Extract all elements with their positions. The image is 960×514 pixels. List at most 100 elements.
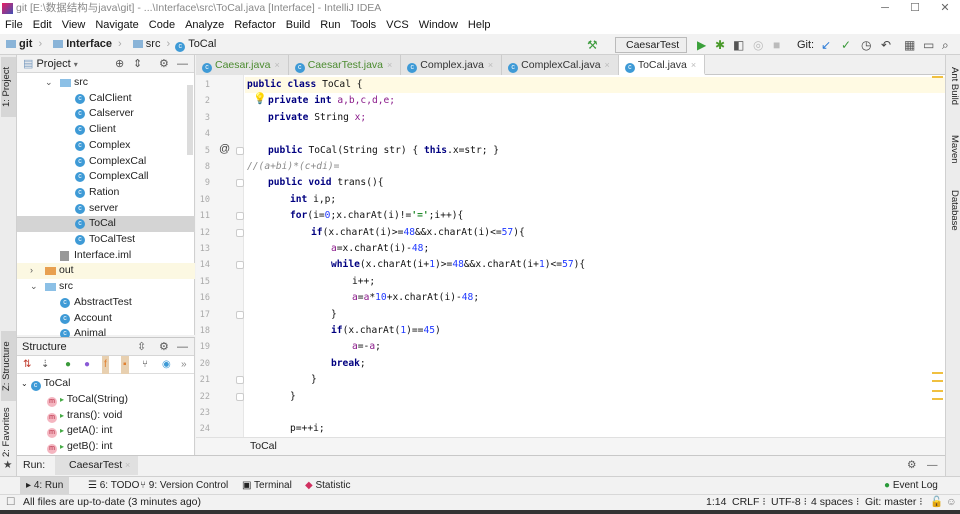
structure-member[interactable]: m ▸ trans(): void <box>17 408 195 424</box>
lightbulb-icon[interactable]: 💡 <box>253 92 267 105</box>
caret-position[interactable]: 1:14 <box>706 495 726 510</box>
tree-item[interactable]: c Account <box>17 311 195 327</box>
maximize-button[interactable]: ☐ <box>900 0 930 17</box>
run-tab-caesartest[interactable]: CaesarTest × <box>55 456 139 475</box>
menu-refactor[interactable]: Refactor <box>229 17 281 34</box>
project-tool-tab[interactable]: 1: Project <box>1 57 16 117</box>
gear-icon[interactable]: ⚙ <box>907 456 916 475</box>
tree-item[interactable]: ⌄ src <box>17 75 195 91</box>
structure-member[interactable]: m ▸ getA(): int <box>17 423 195 439</box>
fold-marker-icon[interactable] <box>236 179 244 188</box>
tree-item[interactable]: c AbstractTest <box>17 295 195 311</box>
breadcrumb-tocal[interactable]: c ToCal <box>175 34 216 54</box>
menu-edit[interactable]: Edit <box>28 17 57 34</box>
code-editor[interactable]: 1 2 3 4 5 8 9 10 11 12 13 14 15 16 17 18 19 20 21 22 23 24 💡 … <box>196 75 945 437</box>
error-stripe-mark[interactable] <box>932 390 943 392</box>
indent-setting[interactable]: 4 spaces ⁝ <box>811 495 859 510</box>
git-branch[interactable]: Git: master ⁝ <box>865 495 923 510</box>
menu-run[interactable]: Run <box>315 17 345 34</box>
close-icon[interactable]: × <box>274 60 279 70</box>
tree-item[interactable]: › out <box>17 263 195 280</box>
menu-view[interactable]: View <box>57 17 91 34</box>
tool-tab-statistic[interactable]: ◆ Statistic <box>305 477 351 495</box>
scrollbar[interactable] <box>187 85 193 155</box>
tree-item[interactable]: c ToCal <box>17 216 195 232</box>
run-icon[interactable]: ▶ <box>697 38 706 52</box>
structure-root[interactable]: ⌄ c ToCal <box>17 376 195 392</box>
show-lambdas-icon[interactable]: ⑂ <box>142 356 148 374</box>
close-icon[interactable]: × <box>605 60 610 70</box>
close-icon[interactable]: × <box>387 60 392 70</box>
rollback-icon[interactable]: ↶ <box>881 38 891 52</box>
git-update-icon[interactable]: ↙ <box>821 38 831 52</box>
tree-item[interactable]: ⌄ src <box>17 279 195 295</box>
coverage-icon[interactable]: ◧ <box>733 38 744 52</box>
show-nonpublic-icon[interactable]: ▪ <box>121 356 129 374</box>
menu-help[interactable]: Help <box>463 17 496 34</box>
show-inherited-icon[interactable]: ● <box>65 356 71 374</box>
run-configuration-select[interactable]: CaesarTest ▾ <box>615 37 687 64</box>
menu-analyze[interactable]: Analyze <box>180 17 229 34</box>
tool-tab-version-control[interactable]: ⑂ 9: Version Control <box>140 477 228 495</box>
favorites-star-icon[interactable]: ★ <box>3 456 12 475</box>
project-structure-icon[interactable]: ▦ <box>904 38 915 52</box>
sort-alpha-icon[interactable]: ⇣ <box>41 356 49 374</box>
close-icon[interactable]: × <box>125 460 130 470</box>
build-hammer-icon[interactable]: ⚒ <box>587 38 598 52</box>
menu-code[interactable]: Code <box>144 17 180 34</box>
toggle-tool-windows-icon[interactable]: ☐ <box>6 495 15 510</box>
line-separator[interactable]: CRLF ⁝ <box>732 495 766 510</box>
menu-window[interactable]: Window <box>414 17 463 34</box>
structure-member[interactable]: m ▸ ToCal(String) <box>17 392 195 408</box>
fold-marker-icon[interactable] <box>236 392 244 401</box>
hide-icon[interactable]: — <box>177 338 188 356</box>
tree-item[interactable]: c ComplexCall <box>17 169 195 185</box>
menu-tools[interactable]: Tools <box>345 17 381 34</box>
tree-item[interactable]: c Ration <box>17 185 195 201</box>
history-icon[interactable]: ◷ <box>861 38 871 52</box>
tab-caesar-java[interactable]: c Caesar.java × <box>196 55 289 75</box>
fold-marker-icon[interactable] <box>236 376 244 385</box>
breadcrumb-interface[interactable]: Interface <box>47 34 112 54</box>
error-stripe-mark[interactable] <box>932 76 943 78</box>
more-icon[interactable]: » <box>181 356 187 374</box>
tree-item[interactable]: c ToCalTest <box>17 232 195 248</box>
tab-complexcal-java[interactable]: c ComplexCal.java × <box>502 55 619 75</box>
favorites-tool-tab[interactable]: 2: Favorites <box>1 405 16 460</box>
show-fields-icon[interactable]: f <box>102 356 109 374</box>
tab-tocal-java[interactable]: c ToCal.java × <box>618 55 706 75</box>
git-commit-icon[interactable]: ✓ <box>841 38 851 52</box>
tree-item[interactable]: c ComplexCal <box>17 154 195 170</box>
breadcrumb-src[interactable]: src <box>127 34 160 54</box>
chevron-down-icon[interactable]: ▾ <box>74 60 78 69</box>
menu-file[interactable]: File <box>0 17 28 34</box>
gear-icon[interactable]: ⚙ <box>159 338 169 356</box>
search-icon[interactable]: ⌕ <box>942 38 949 52</box>
structure-member[interactable]: m ▸ getB(): int <box>17 439 195 455</box>
file-encoding[interactable]: UTF-8 ⁝ <box>771 495 807 510</box>
chevron-right-icon[interactable]: › <box>30 263 33 279</box>
tree-item[interactable]: c Client <box>17 122 195 138</box>
database-tool-tab[interactable]: Database <box>947 190 960 240</box>
fold-marker-icon[interactable] <box>236 228 244 237</box>
menu-build[interactable]: Build <box>281 17 315 34</box>
run-anything-icon[interactable]: ▭ <box>923 38 934 52</box>
show-properties-icon[interactable]: ● <box>84 356 90 374</box>
editor-breadcrumb-item[interactable]: ToCal <box>250 440 277 452</box>
tab-complex-java[interactable]: c Complex.java × <box>401 55 503 75</box>
event-log-button[interactable]: ● Event Log <box>884 477 938 495</box>
hide-icon[interactable]: — <box>177 55 188 73</box>
sort-visibility-icon[interactable]: ⇅ <box>23 356 31 374</box>
chevron-down-icon[interactable]: ⌄ <box>45 75 53 91</box>
inspector-icon[interactable]: ☺ <box>946 495 957 510</box>
error-stripe-mark[interactable] <box>932 372 943 374</box>
close-icon[interactable]: × <box>691 60 696 70</box>
tree-item[interactable]: c Calserver <box>17 106 195 122</box>
debug-icon[interactable]: ✱ <box>715 38 725 52</box>
close-button[interactable]: ✕ <box>930 0 960 17</box>
error-stripe-mark[interactable] <box>932 380 943 382</box>
minimize-button[interactable]: ─ <box>870 0 900 17</box>
project-panel-title[interactable]: Project <box>36 58 70 70</box>
fold-marker-icon[interactable] <box>236 261 244 270</box>
profile-icon[interactable]: ◎ <box>753 38 763 52</box>
